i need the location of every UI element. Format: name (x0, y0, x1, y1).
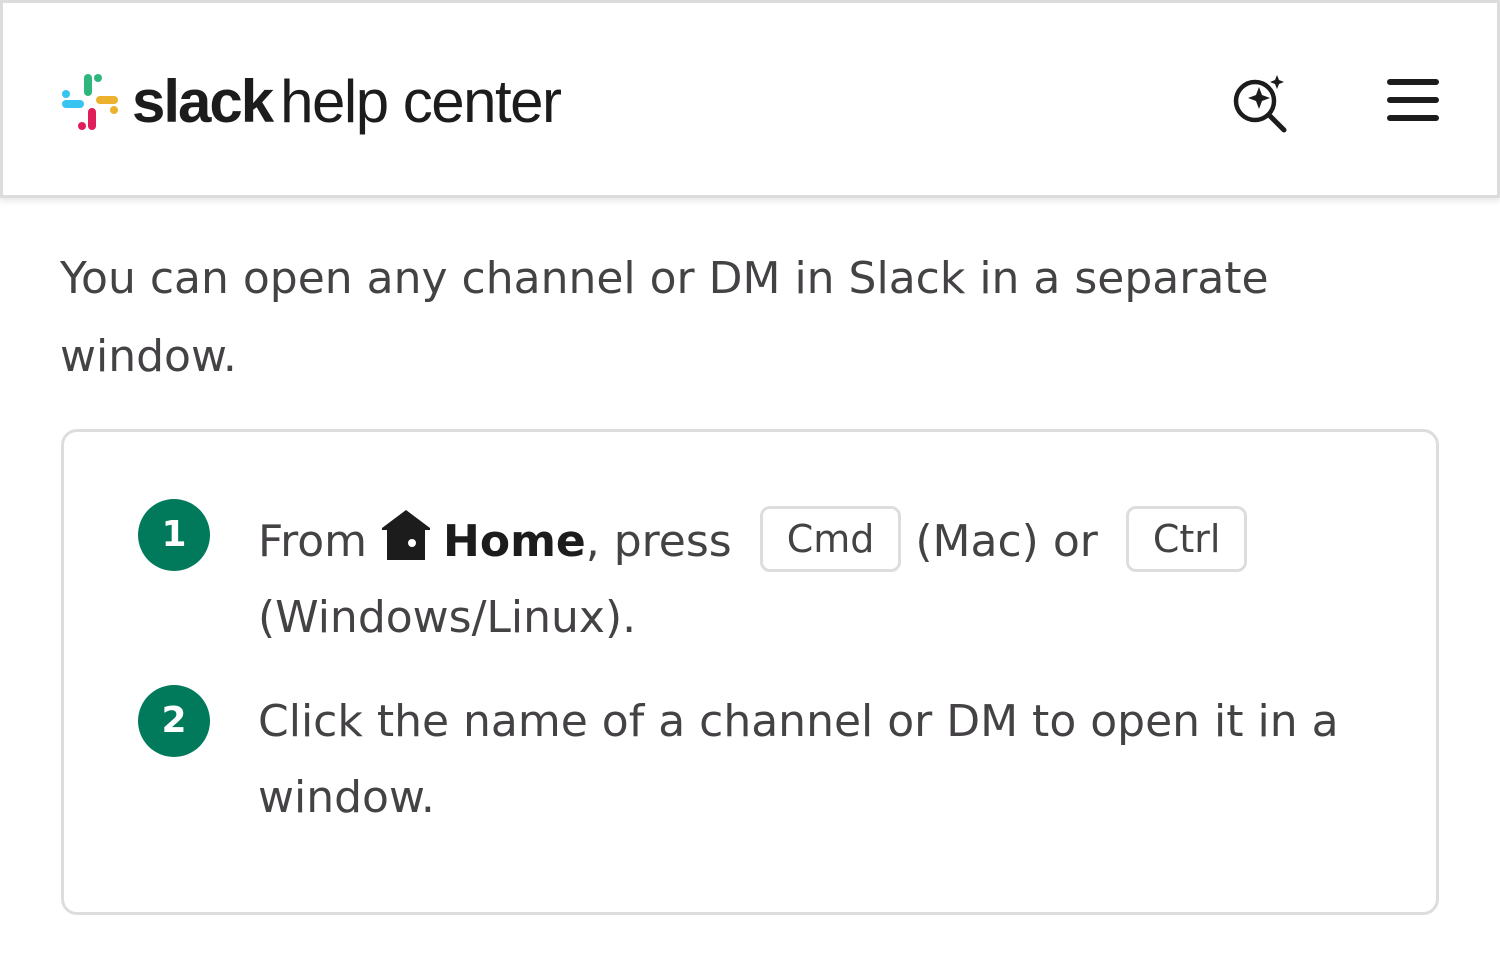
step-1-home-label: Home (443, 516, 586, 567)
site-header: slack help center (0, 0, 1500, 198)
ai-search-sparkle-icon (1233, 75, 1287, 133)
slack-help-center-logo[interactable]: slack help center (60, 72, 562, 132)
menu-button[interactable] (1383, 77, 1443, 123)
step-2-text: Click the name of a channel or DM to ope… (258, 696, 1339, 823)
step-1-from: From (258, 516, 368, 567)
step-1-badge: 1 (138, 499, 210, 571)
home-icon (382, 510, 431, 560)
logo-wordmark: slack help center (132, 72, 562, 132)
ctrl-key: Ctrl (1125, 506, 1248, 572)
step-2-badge: 2 (138, 685, 210, 757)
step-1-windows: (Windows/Linux). (258, 592, 637, 643)
logo-brand: slack (132, 68, 274, 135)
cmd-key: Cmd (759, 506, 902, 572)
hamburger-menu-icon (1387, 79, 1439, 121)
search-button[interactable] (1229, 73, 1291, 133)
step-1-press: , press (585, 516, 732, 567)
slack-logo-icon (62, 74, 118, 130)
step-1-mac: (Mac) or (915, 516, 1098, 567)
steps-card: 1 From Home, press Cmd (Mac) or Ctrl (Win… (61, 429, 1439, 915)
logo-subtitle: help center (280, 68, 562, 135)
step-1-text: From Home, press Cmd (Mac) or Ctrl (Windo… (258, 504, 1378, 656)
intro-text: You can open any channel or DM in Slack … (60, 253, 1269, 382)
